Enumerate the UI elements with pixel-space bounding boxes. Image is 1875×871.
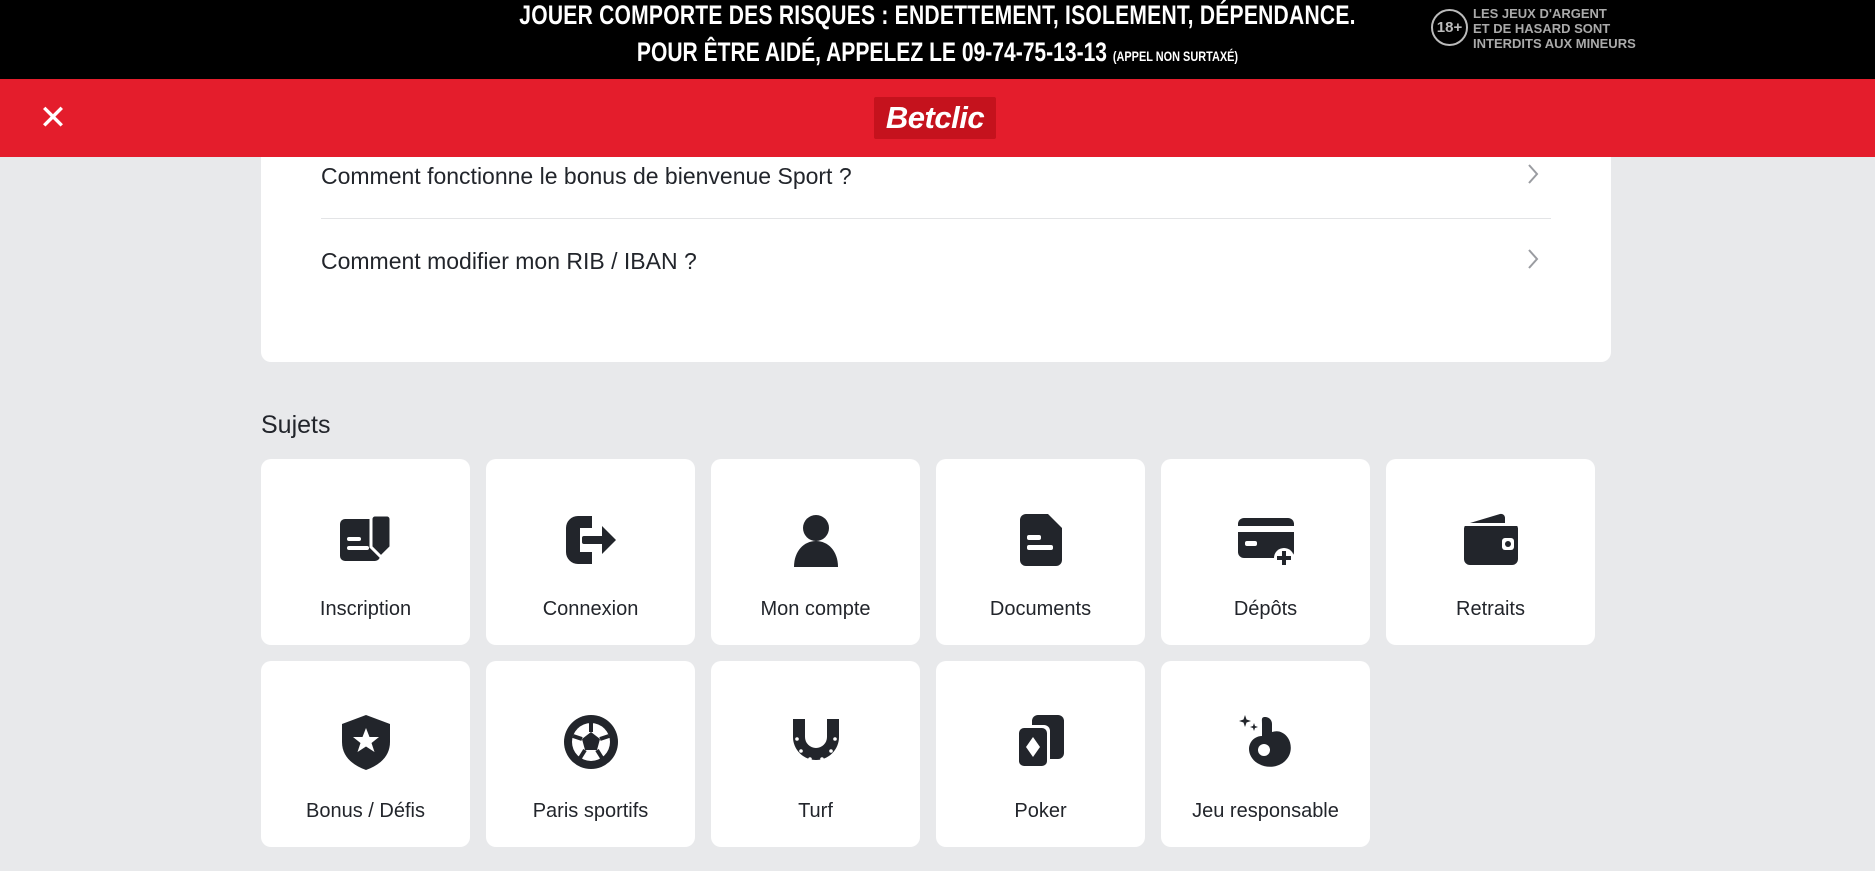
top-header: ✕ Betclic xyxy=(0,79,1875,157)
subject-label: Retraits xyxy=(1456,598,1525,620)
subject-label: Connexion xyxy=(542,598,639,620)
age-restriction-badge: 18+ xyxy=(1431,9,1468,46)
wallet-icon xyxy=(1462,511,1520,569)
betclic-logo[interactable]: Betclic xyxy=(874,97,996,139)
card-plus-icon xyxy=(1237,511,1295,569)
football-icon xyxy=(562,713,620,771)
subject-label: Documents xyxy=(989,598,1092,620)
subject-label: Dépôts xyxy=(1233,598,1298,620)
faq-question: Comment fonctionne le bonus de bienvenue… xyxy=(321,163,852,189)
shield-star-icon xyxy=(337,713,395,771)
subject-tile-poker[interactable]: Poker xyxy=(936,661,1145,847)
subject-tile-paris-sportifs[interactable]: Paris sportifs xyxy=(486,661,695,847)
signup-form-icon xyxy=(337,511,395,569)
age-text-line: INTERDITS AUX MINEURS xyxy=(1473,36,1636,51)
document-icon xyxy=(1012,511,1070,569)
warning-helpline: POUR ÊTRE AIDÉ, APPELEZ LE 09-74-75-13-1… xyxy=(636,37,1108,67)
subject-label: Inscription xyxy=(319,598,412,620)
subject-tile-turf[interactable]: Turf xyxy=(711,661,920,847)
chevron-right-icon xyxy=(1525,161,1541,187)
faq-item-welcome-bonus[interactable]: Comment fonctionne le bonus de bienvenue… xyxy=(321,157,1551,217)
subject-tile-retraits[interactable]: Retraits xyxy=(1386,459,1595,645)
subject-tile-connexion[interactable]: Connexion xyxy=(486,459,695,645)
ok-hand-icon xyxy=(1237,713,1295,771)
faq-card: Comment fonctionne le bonus de bienvenue… xyxy=(261,157,1611,362)
subject-label: Jeu responsable xyxy=(1192,800,1339,822)
subject-label: Bonus / Défis xyxy=(306,800,425,822)
subject-tile-bonus-defis[interactable]: Bonus / Défis xyxy=(261,661,470,847)
horseshoe-icon xyxy=(787,713,845,771)
close-button[interactable]: ✕ xyxy=(38,101,68,135)
subject-label: Paris sportifs xyxy=(532,800,649,822)
playing-cards-icon xyxy=(1012,713,1070,771)
age-text-line: ET DE HASARD SONT xyxy=(1473,21,1611,36)
subject-label: Turf xyxy=(798,800,833,822)
warning-helpline-note: (APPEL NON SURTAXÉ) xyxy=(1112,48,1239,64)
gambling-warning-banner: JOUER COMPORTE DES RISQUES : ENDETTEMENT… xyxy=(0,0,1875,79)
subject-tile-inscription[interactable]: Inscription xyxy=(261,459,470,645)
age-text-line: LES JEUX D'ARGENT xyxy=(1473,6,1607,21)
subject-tile-jeu-responsable[interactable]: Jeu responsable xyxy=(1161,661,1370,847)
login-arrow-icon xyxy=(562,511,620,569)
faq-question: Comment modifier mon RIB / IBAN ? xyxy=(321,248,697,274)
subject-label: Poker xyxy=(1014,800,1067,822)
section-title-subjects: Sujets xyxy=(261,411,331,439)
age-restriction-text: LES JEUX D'ARGENT ET DE HASARD SONT INTE… xyxy=(1473,6,1693,51)
subject-tile-documents[interactable]: Documents xyxy=(936,459,1145,645)
divider xyxy=(321,218,1551,219)
subject-label: Mon compte xyxy=(760,598,871,620)
chevron-right-icon xyxy=(1525,246,1541,272)
subject-tile-mon-compte[interactable]: Mon compte xyxy=(711,459,920,645)
user-icon xyxy=(787,511,845,569)
subject-tile-depots[interactable]: Dépôts xyxy=(1161,459,1370,645)
faq-item-rib-iban[interactable]: Comment modifier mon RIB / IBAN ? xyxy=(321,242,1551,302)
